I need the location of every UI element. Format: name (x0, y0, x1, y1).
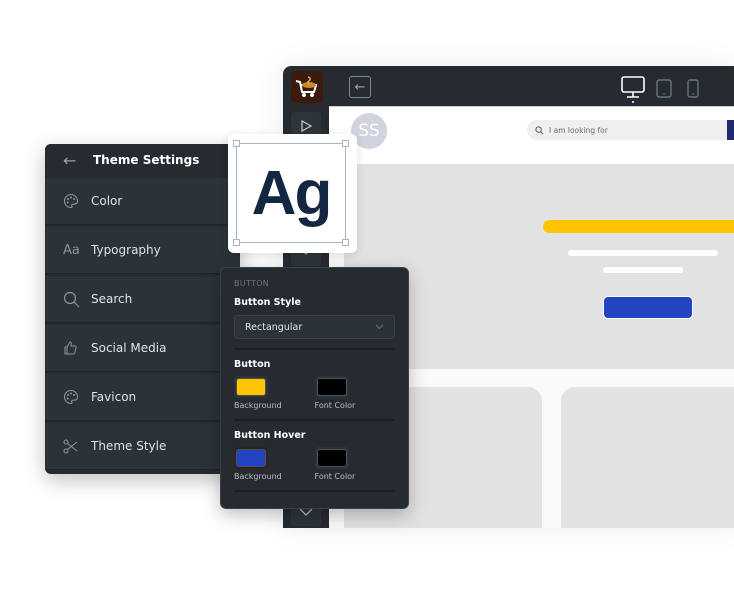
theme-item-label: Favicon (91, 390, 137, 404)
theme-item-label: Social Media (91, 341, 167, 355)
device-tablet-button[interactable] (656, 79, 672, 103)
resize-handle[interactable] (342, 140, 349, 147)
swatch-label: Font Color (314, 472, 356, 481)
device-desktop-button[interactable] (621, 76, 645, 108)
resize-handle[interactable] (342, 239, 349, 246)
editor-toolbar: ← (283, 66, 734, 106)
shopping-cart-coffee-logo-icon (295, 76, 318, 97)
color-swatch[interactable] (236, 449, 266, 467)
theme-settings-header: ← Theme Settings (45, 144, 240, 176)
button-hover-title: Button Hover (234, 430, 306, 441)
preview-header: SS I am looking for (329, 106, 734, 164)
theme-item-label: Color (91, 194, 123, 208)
divider (234, 348, 395, 350)
store-logo[interactable] (291, 71, 323, 103)
thumbs-up-icon (63, 341, 91, 355)
button-font-color-swatch[interactable]: Font Color (314, 376, 396, 410)
theme-item-label: Search (91, 292, 133, 306)
theme-item-theme-style[interactable]: Theme Style (45, 423, 240, 470)
arrow-left-icon[interactable]: ← (63, 151, 93, 170)
hover-background-swatch[interactable]: Background (234, 447, 315, 481)
tablet-icon (656, 79, 672, 98)
hero-subtitle-placeholder (603, 267, 683, 273)
search-icon (63, 291, 91, 308)
theme-item-favicon[interactable]: Favicon (45, 374, 240, 421)
hover-swatches: Background Font Color (234, 447, 395, 481)
theme-item-label: Typography (91, 243, 161, 257)
theme-item-label: Theme Style (91, 439, 167, 453)
button-style-select[interactable]: Rectangular (234, 315, 395, 339)
button-style-title: Button Style (234, 297, 301, 308)
chevron-down-icon (299, 508, 313, 516)
typography-preview-card: Ag (228, 134, 357, 253)
scissors-icon (63, 438, 91, 454)
text-selection-frame[interactable]: Ag (233, 140, 349, 246)
back-button[interactable]: ← (349, 76, 371, 98)
preview-card (561, 387, 734, 528)
play-icon (301, 120, 312, 132)
chevron-down-icon (375, 323, 384, 332)
theme-item-search[interactable]: Search (45, 276, 240, 323)
arrow-left-icon: ← (354, 79, 366, 95)
color-swatch[interactable] (316, 449, 347, 467)
color-swatch[interactable] (236, 378, 266, 396)
theme-item-typography[interactable]: Aa Typography (45, 227, 240, 274)
hover-font-color-swatch[interactable]: Font Color (314, 447, 396, 481)
preview-search-input[interactable]: I am looking for (527, 120, 727, 140)
monitor-icon (621, 76, 645, 103)
search-icon (535, 125, 544, 134)
palette-icon (63, 193, 91, 209)
palette-icon (63, 389, 91, 405)
divider (234, 419, 395, 421)
divider (234, 490, 395, 492)
theme-item-social-media[interactable]: Social Media (45, 325, 240, 372)
button-settings-panel: BUTTON Button Style Rectangular Button B… (220, 267, 409, 509)
resize-handle[interactable] (233, 140, 240, 147)
panel-title: Theme Settings (93, 153, 200, 167)
swatch-label: Background (234, 401, 282, 410)
theme-item-color[interactable]: Color (45, 178, 240, 225)
color-swatch[interactable] (316, 378, 347, 396)
swatch-label: Font Color (314, 401, 356, 410)
button-swatches: Background Font Color (234, 376, 395, 410)
smartphone-icon (687, 79, 699, 98)
select-value: Rectangular (245, 321, 303, 333)
hero-subtitle-placeholder (568, 250, 718, 256)
typography-icon: Aa (63, 242, 80, 258)
section-label: BUTTON (234, 279, 270, 288)
hero-cta-button[interactable] (603, 296, 693, 319)
theme-settings-panel: ← Theme Settings Color Aa Typography Sea… (45, 144, 240, 474)
hero-title-placeholder (543, 220, 734, 233)
button-colors-title: Button (234, 359, 271, 370)
device-mobile-button[interactable] (687, 79, 699, 103)
swatch-label: Background (234, 472, 282, 481)
resize-handle[interactable] (233, 239, 240, 246)
button-background-swatch[interactable]: Background (234, 376, 315, 410)
typography-sample: Ag (251, 158, 333, 228)
search-placeholder: I am looking for (549, 125, 608, 135)
preview-search-button[interactable] (727, 120, 734, 140)
